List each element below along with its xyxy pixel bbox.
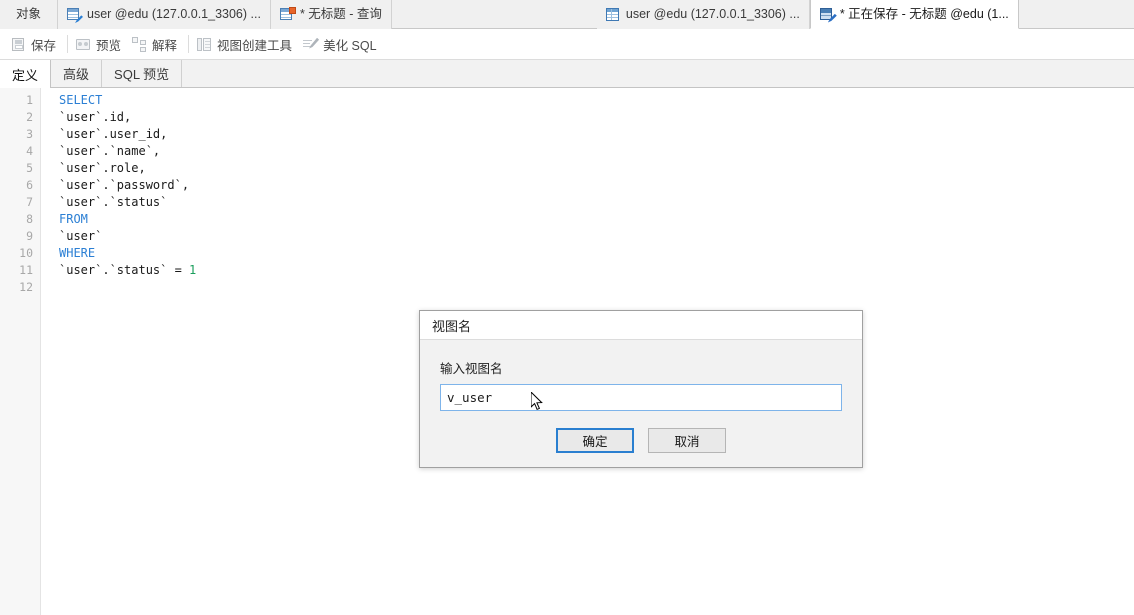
code-line: `user`	[59, 229, 103, 243]
line-number: 3	[26, 127, 33, 141]
table-icon	[605, 7, 621, 22]
line-number: 6	[26, 178, 33, 192]
line-number: 2	[26, 110, 33, 124]
tab-label: * 无标题 - 查询	[299, 7, 382, 22]
tab-user-edu-2[interactable]: user @edu (127.0.0.1_3306) ...	[596, 0, 810, 29]
line-number: 10	[19, 246, 33, 260]
line-number: 11	[19, 263, 33, 277]
preview-button[interactable]: 预览	[72, 32, 128, 57]
line-number: 8	[26, 212, 33, 226]
code-line: FROM	[59, 212, 88, 226]
dialog-button-row: 确定 取消	[440, 428, 842, 453]
window-tab-bar: 对象 user @edu (127.0.0.1_3306) ... * 无标题 …	[0, 0, 1134, 29]
view-name-dialog: 视图名 输入视图名 确定 取消	[419, 310, 863, 468]
tab-untitled-query[interactable]: * 无标题 - 查询	[270, 0, 392, 29]
line-number: 1	[26, 93, 33, 107]
view-builder-button[interactable]: 视图创建工具	[193, 32, 299, 57]
save-label: 保存	[31, 38, 57, 53]
query-icon	[279, 7, 296, 22]
code-line: `user`.role,	[59, 161, 146, 175]
preview-label: 预览	[96, 38, 122, 53]
view-name-input[interactable]	[440, 384, 842, 411]
table-pencil-icon	[67, 7, 84, 23]
line-number-gutter: 1 2 3 4 5 6 7 8 9 10 11 12	[0, 88, 41, 615]
line-number: 4	[26, 144, 33, 158]
view-builder-label: 视图创建工具	[217, 38, 293, 53]
subtab-label: 定义	[12, 67, 39, 83]
code-line: `user`.`name`,	[59, 144, 161, 158]
explain-icon	[132, 36, 147, 52]
tab-label: * 正在保存 - 无标题 @edu (1...	[839, 6, 1009, 21]
code-line-where-condition: `user`.`status` = 1	[59, 263, 197, 277]
line-number: 5	[26, 161, 33, 175]
toolbar: 保存 预览 解释 视图创建工具 美化 SQL	[0, 29, 1134, 60]
code-line: `user`.user_id,	[59, 127, 168, 141]
beautify-sql-label: 美化 SQL	[323, 38, 377, 53]
code-line: `user`.`status`	[59, 195, 168, 209]
view-builder-icon	[197, 37, 212, 52]
code-line: `user`.`password`,	[59, 178, 190, 192]
saving-view-icon	[819, 7, 837, 23]
tab-label: 对象	[16, 7, 42, 22]
code-line: WHERE	[59, 246, 96, 260]
save-button[interactable]: 保存	[7, 32, 63, 57]
toolbar-divider	[188, 35, 190, 53]
line-number: 9	[26, 229, 33, 243]
preview-icon	[76, 37, 91, 52]
editor-subtab-bar: 定义 高级 SQL 预览	[0, 60, 1134, 88]
page-title: 视图名	[432, 318, 472, 334]
explain-label: 解释	[152, 38, 178, 53]
tab-label: user @edu (127.0.0.1_3306) ...	[87, 7, 261, 22]
explain-button[interactable]: 解释	[128, 32, 184, 57]
subtab-sql-preview[interactable]: SQL 预览	[102, 60, 183, 87]
cancel-button[interactable]: 取消	[648, 428, 726, 453]
view-name-label: 输入视图名	[440, 362, 503, 376]
ok-button[interactable]: 确定	[556, 428, 634, 453]
dialog-body: 输入视图名 确定 取消	[420, 340, 862, 453]
tab-saving-untitled[interactable]: * 正在保存 - 无标题 @edu (1...	[809, 0, 1019, 29]
code-line: `user`.id,	[59, 110, 132, 124]
save-icon	[11, 37, 26, 52]
toolbar-divider	[67, 35, 69, 53]
beautify-sql-button[interactable]: 美化 SQL	[299, 32, 384, 57]
tab-objects[interactable]: 对象	[0, 0, 59, 29]
beautify-icon	[303, 37, 320, 52]
line-number: 7	[26, 195, 33, 209]
line-number: 12	[19, 280, 33, 294]
subtab-label: 高级	[63, 67, 90, 82]
tab-user-edu-1[interactable]: user @edu (127.0.0.1_3306) ...	[58, 0, 271, 29]
tab-label: user @edu (127.0.0.1_3306) ...	[625, 7, 800, 22]
subtab-label: SQL 预览	[114, 67, 170, 82]
subtab-advanced[interactable]: 高级	[51, 60, 103, 87]
dialog-title-bar: 视图名	[420, 311, 862, 340]
numeric-literal: 1	[189, 263, 197, 277]
subtab-definition[interactable]: 定义	[0, 60, 52, 88]
tab-bar-filler	[1018, 0, 1134, 28]
code-line: SELECT	[59, 93, 103, 107]
